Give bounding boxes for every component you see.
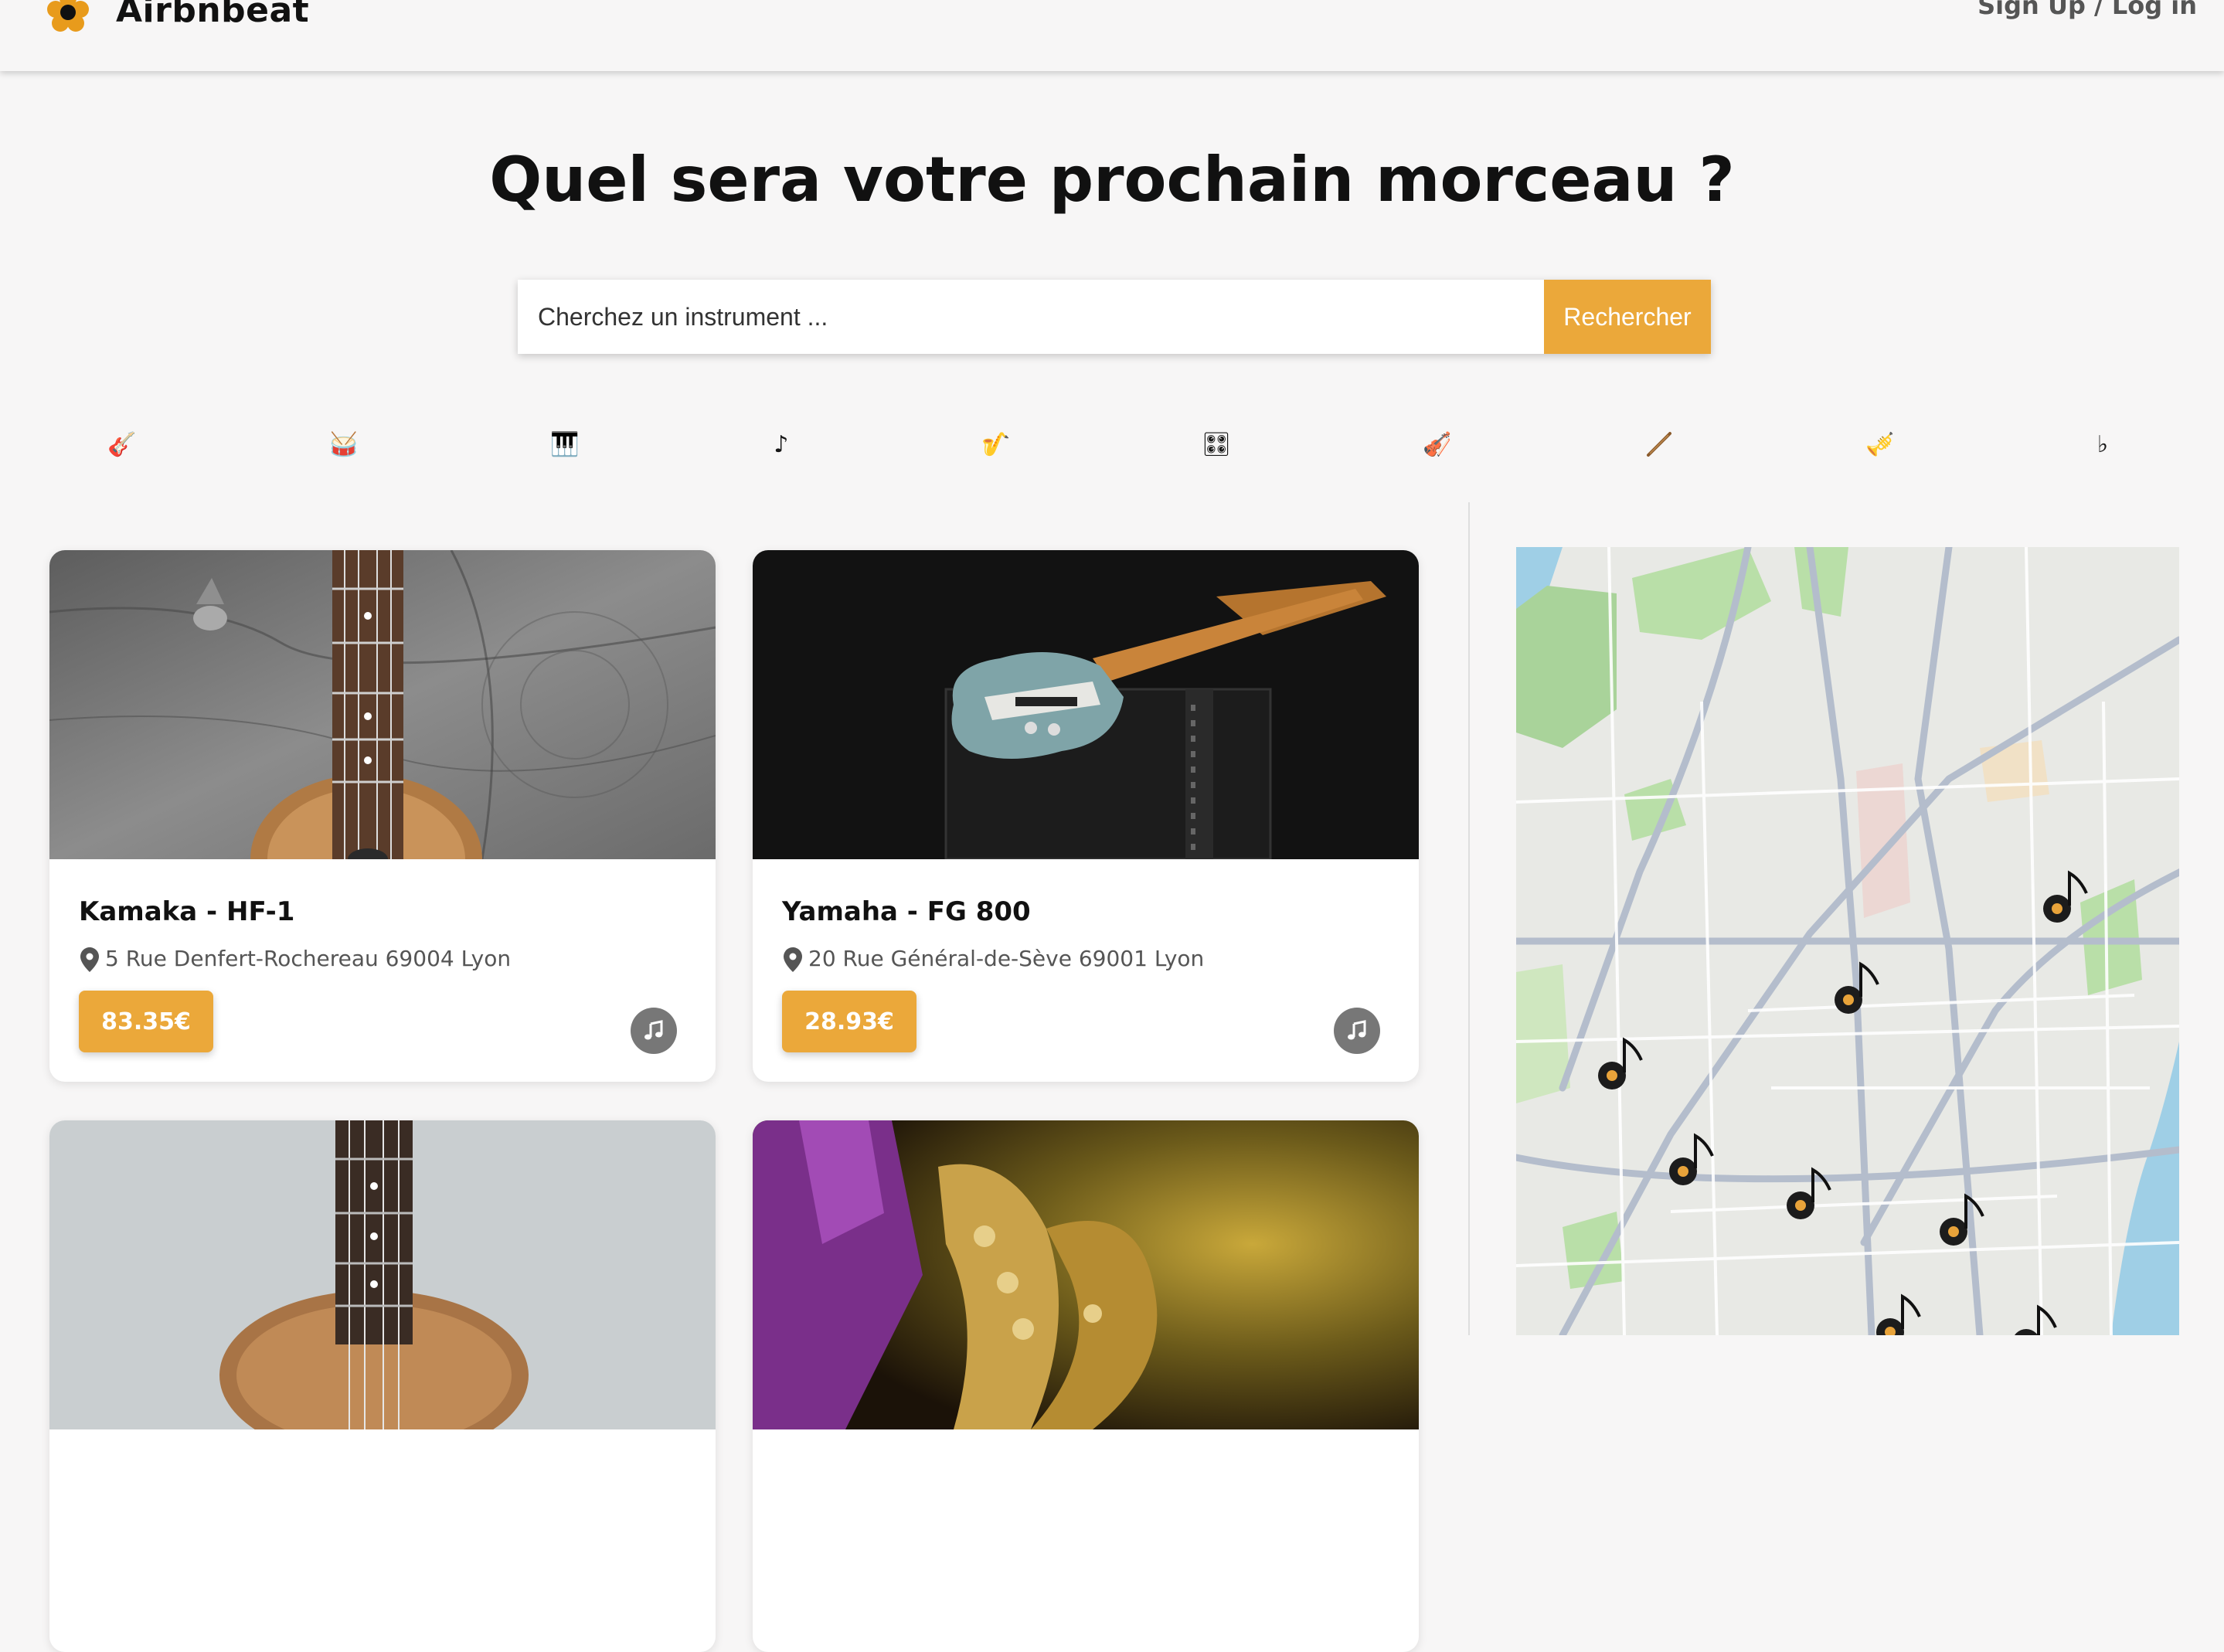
category-electric-guitar[interactable]: 🎸 — [99, 421, 145, 467]
flute-icon — [1647, 432, 1671, 457]
flower-icon[interactable] — [45, 0, 91, 34]
listing-card[interactable]: Kamaka - HF-1 5 Rue Denfert-Rochereau 69… — [49, 550, 716, 1082]
electric-guitar-on-amp-photo — [753, 550, 1419, 859]
map-pin-icon — [80, 947, 99, 972]
category-saxophone[interactable]: 🎷 — [973, 421, 1019, 467]
price-badge[interactable]: 83.35€ — [79, 991, 213, 1052]
saxophone-icon: 🎷 — [981, 430, 1011, 458]
listing-title[interactable]: Kamaka - HF-1 — [79, 896, 294, 927]
music-note-icon — [1348, 1020, 1366, 1040]
category-flat[interactable]: ♭ — [2079, 421, 2126, 467]
saxophone-player-photo — [753, 1120, 1419, 1429]
price-badge[interactable]: 28.93€ — [782, 991, 916, 1052]
music-note-button[interactable] — [631, 1008, 677, 1054]
category-piano[interactable]: 🎹 — [542, 421, 588, 467]
listing-address: 5 Rue Denfert-Rochereau 69004 Lyon — [105, 946, 512, 971]
ukulele-on-wood-photo — [49, 550, 716, 859]
category-filter-bar: 🎸 🥁 🎹 ♪ 🎷 🎛 🎻 🎺 ♭ — [0, 421, 2224, 467]
listing-card[interactable] — [49, 1120, 716, 1652]
listing-card[interactable]: Yamaha - FG 800 20 Rue Général-de-Sève 6… — [753, 550, 1419, 1082]
navbar: Airbnbeat Sign Up / Log in — [0, 0, 2224, 71]
ukulele-grey-wall-photo — [49, 1120, 716, 1429]
trumpet-icon: 🎺 — [1865, 430, 1895, 458]
music-note-button[interactable] — [1334, 1008, 1380, 1054]
electric-guitar-icon: 🎸 — [107, 430, 137, 458]
control-knobs-icon: 🎛 — [1201, 430, 1232, 458]
listing-card[interactable] — [753, 1120, 1419, 1652]
brand-name[interactable]: Airbnbeat — [116, 0, 309, 30]
music-note-icon: ♪ — [774, 430, 789, 458]
listing-title[interactable]: Yamaha - FG 800 — [782, 896, 1031, 927]
column-divider — [1468, 502, 1470, 1335]
search-input[interactable] — [518, 280, 1546, 354]
map-pin-icon — [784, 947, 802, 972]
music-note-icon — [644, 1020, 663, 1040]
category-trumpet[interactable]: 🎺 — [1857, 421, 1903, 467]
category-drum[interactable]: 🥁 — [321, 421, 367, 467]
listing-address: 20 Rue Général-de-Sève 69001 Lyon — [808, 946, 1205, 971]
drum-icon: 🥁 — [329, 430, 359, 458]
category-flute[interactable] — [1636, 421, 1682, 467]
signup-login-link[interactable]: Sign Up / Log in — [1977, 0, 2197, 20]
category-violin[interactable]: 🎻 — [1414, 421, 1461, 467]
category-control-knobs[interactable]: 🎛 — [1193, 421, 1240, 467]
piano-keys-icon: 🎹 — [550, 430, 580, 458]
page-title: Quel sera votre prochain morceau ? — [489, 144, 1735, 216]
search-button[interactable]: Rechercher — [1544, 280, 1711, 354]
listings-map[interactable] — [1516, 547, 2179, 1335]
search-bar: Rechercher — [518, 280, 1711, 354]
category-music-note[interactable]: ♪ — [758, 421, 804, 467]
flat-sign-icon: ♭ — [2096, 430, 2109, 458]
violin-icon: 🎻 — [1423, 430, 1452, 458]
